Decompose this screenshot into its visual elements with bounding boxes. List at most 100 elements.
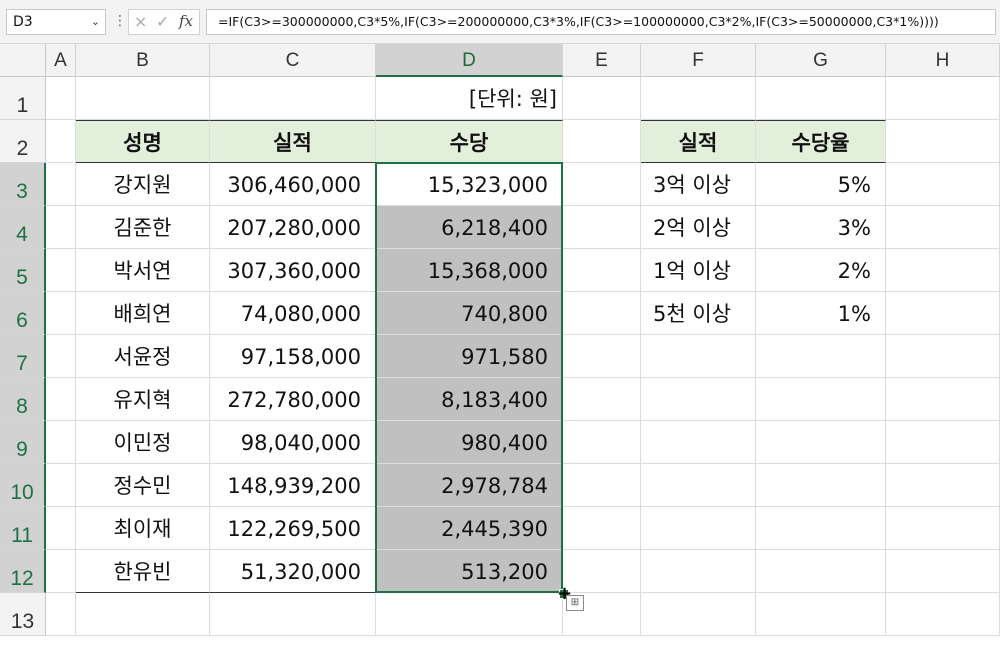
performance-cell[interactable]: 307,360,000 bbox=[210, 249, 376, 292]
rate-cell[interactable]: 5% bbox=[756, 163, 886, 206]
grid-cell[interactable] bbox=[563, 464, 641, 507]
name-cell[interactable]: 서윤정 bbox=[76, 335, 210, 378]
name-cell[interactable]: 김준한 bbox=[76, 206, 210, 249]
grid-cell[interactable] bbox=[756, 421, 886, 464]
chevron-down-icon[interactable]: ⌄ bbox=[91, 10, 100, 34]
grid-cell[interactable] bbox=[46, 249, 76, 292]
row-header-3[interactable]: 3 bbox=[0, 163, 46, 206]
grid-cell[interactable] bbox=[756, 464, 886, 507]
row-header-6[interactable]: 6 bbox=[0, 292, 46, 335]
performance-cell[interactable]: 51,320,000 bbox=[210, 550, 376, 593]
performance-cell[interactable]: 207,280,000 bbox=[210, 206, 376, 249]
allowance-cell[interactable]: 971,580 bbox=[376, 335, 563, 378]
grid-cell[interactable] bbox=[46, 120, 76, 163]
allowance-cell[interactable]: 6,218,400 bbox=[376, 206, 563, 249]
grid-cell[interactable] bbox=[376, 593, 563, 636]
grid-cell[interactable] bbox=[210, 593, 376, 636]
grid-cell[interactable] bbox=[563, 163, 641, 206]
grid-cell[interactable] bbox=[641, 335, 756, 378]
column-header-a[interactable]: A bbox=[46, 44, 76, 77]
grid-cell[interactable] bbox=[886, 292, 1000, 335]
grid-cell[interactable] bbox=[886, 421, 1000, 464]
row-header-12[interactable]: 12 bbox=[0, 550, 46, 593]
grid-cell[interactable] bbox=[46, 378, 76, 421]
performance-cell[interactable]: 122,269,500 bbox=[210, 507, 376, 550]
performance-cell[interactable]: 74,080,000 bbox=[210, 292, 376, 335]
row-header-13[interactable]: 13 bbox=[0, 593, 46, 636]
grid-cell[interactable] bbox=[886, 120, 1000, 163]
grid-cell[interactable] bbox=[641, 464, 756, 507]
grid-cell[interactable] bbox=[46, 163, 76, 206]
grid-cell[interactable] bbox=[76, 77, 210, 120]
row-header-2[interactable]: 2 bbox=[0, 120, 46, 163]
grid-cell[interactable] bbox=[886, 249, 1000, 292]
grid-cell[interactable] bbox=[46, 421, 76, 464]
allowance-cell[interactable]: 740,800 bbox=[376, 292, 563, 335]
grid-cell[interactable] bbox=[886, 464, 1000, 507]
grid-cell[interactable] bbox=[563, 550, 641, 593]
grid-cell[interactable] bbox=[563, 120, 641, 163]
threshold-cell[interactable]: 2억 이상 bbox=[641, 206, 756, 249]
row-header-5[interactable]: 5 bbox=[0, 249, 46, 292]
performance-cell[interactable]: 306,460,000 bbox=[210, 163, 376, 206]
grid-cell[interactable] bbox=[756, 77, 886, 120]
enter-icon[interactable]: ✓ bbox=[156, 12, 169, 31]
name-cell[interactable]: 이민정 bbox=[76, 421, 210, 464]
grid-cell[interactable] bbox=[563, 206, 641, 249]
allowance-cell[interactable]: 2,445,390 bbox=[376, 507, 563, 550]
grid-cell[interactable] bbox=[210, 77, 376, 120]
allowance-cell[interactable]: 15,368,000 bbox=[376, 249, 563, 292]
performance-cell[interactable]: 148,939,200 bbox=[210, 464, 376, 507]
grid-cell[interactable] bbox=[641, 421, 756, 464]
name-cell[interactable]: 유지혁 bbox=[76, 378, 210, 421]
name-cell[interactable]: 강지원 bbox=[76, 163, 210, 206]
name-cell[interactable]: 배희연 bbox=[76, 292, 210, 335]
grid-cell[interactable] bbox=[886, 206, 1000, 249]
allowance-cell[interactable]: 8,183,400 bbox=[376, 378, 563, 421]
name-cell[interactable]: 한유빈 bbox=[76, 550, 210, 593]
threshold-cell[interactable]: 5천 이상 bbox=[641, 292, 756, 335]
grid-cell[interactable] bbox=[46, 550, 76, 593]
allowance-cell[interactable]: 513,200 bbox=[376, 550, 563, 593]
select-all-corner[interactable] bbox=[0, 44, 46, 77]
grid-cell[interactable] bbox=[641, 507, 756, 550]
grid-cell[interactable] bbox=[563, 249, 641, 292]
grid-cell[interactable] bbox=[46, 507, 76, 550]
quick-analysis-icon[interactable]: ⊞ bbox=[566, 595, 584, 611]
name-cell[interactable]: 박서연 bbox=[76, 249, 210, 292]
grid-cell[interactable] bbox=[886, 593, 1000, 636]
grid-cell[interactable] bbox=[76, 593, 210, 636]
row-header-10[interactable]: 10 bbox=[0, 464, 46, 507]
grid-cell[interactable] bbox=[46, 77, 76, 120]
grid-cell[interactable] bbox=[46, 206, 76, 249]
grid-cell[interactable] bbox=[886, 77, 1000, 120]
grid-cell[interactable] bbox=[46, 593, 76, 636]
row-header-8[interactable]: 8 bbox=[0, 378, 46, 421]
name-cell[interactable]: 최이재 bbox=[76, 507, 210, 550]
grid-cell[interactable] bbox=[756, 507, 886, 550]
grid-cell[interactable] bbox=[563, 378, 641, 421]
grid-cell[interactable] bbox=[756, 335, 886, 378]
formula-input[interactable]: =IF(C3>=300000000,C3*5%,IF(C3>=200000000… bbox=[206, 9, 996, 35]
grid-cell[interactable] bbox=[886, 378, 1000, 421]
grid-cell[interactable] bbox=[563, 292, 641, 335]
insert-function-icon[interactable]: fx bbox=[179, 12, 193, 30]
row-header-4[interactable]: 4 bbox=[0, 206, 46, 249]
grid-cell[interactable] bbox=[886, 335, 1000, 378]
grid-cell[interactable] bbox=[46, 292, 76, 335]
rate-cell[interactable]: 3% bbox=[756, 206, 886, 249]
column-header-d[interactable]: D bbox=[376, 44, 563, 77]
name-box[interactable]: D3 ⌄ bbox=[6, 9, 106, 35]
grid-cell[interactable] bbox=[641, 593, 756, 636]
column-header-b[interactable]: B bbox=[76, 44, 210, 77]
grid-cell[interactable] bbox=[756, 378, 886, 421]
grid-cell[interactable] bbox=[563, 507, 641, 550]
row-header-7[interactable]: 7 bbox=[0, 335, 46, 378]
allowance-cell[interactable]: 980,400 bbox=[376, 421, 563, 464]
column-header-h[interactable]: H bbox=[886, 44, 1000, 77]
rate-cell[interactable]: 1% bbox=[756, 292, 886, 335]
threshold-cell[interactable]: 1억 이상 bbox=[641, 249, 756, 292]
performance-cell[interactable]: 98,040,000 bbox=[210, 421, 376, 464]
allowance-cell[interactable]: 2,978,784 bbox=[376, 464, 563, 507]
grid-cell[interactable] bbox=[46, 464, 76, 507]
